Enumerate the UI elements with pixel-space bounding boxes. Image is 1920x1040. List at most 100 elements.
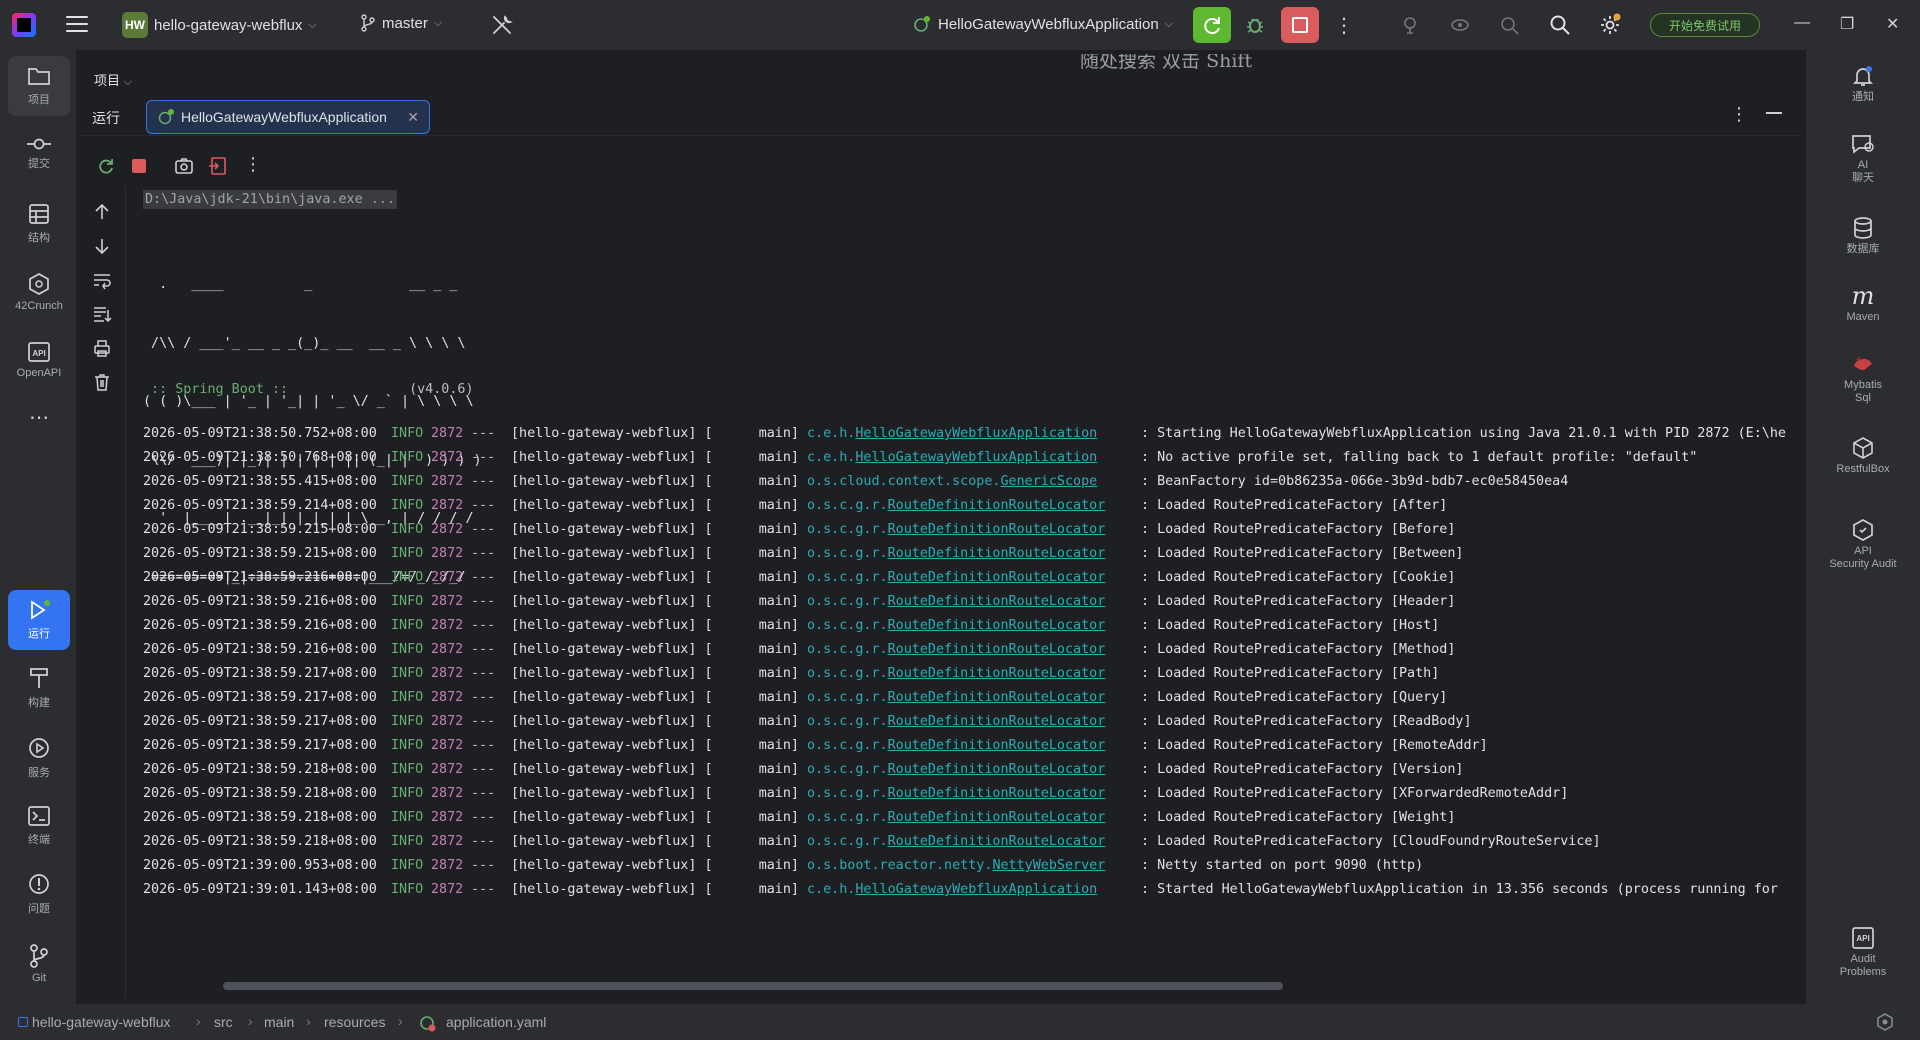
- log-logger: o.s.c.g.r.RouteDefinitionRouteLocator: [799, 566, 1141, 590]
- debug-button[interactable]: [1236, 7, 1274, 43]
- log-logger-class-link[interactable]: RouteDefinitionRouteLocator: [888, 810, 1106, 825]
- profiler-icon[interactable]: [1392, 7, 1430, 43]
- attach-debugger-icon[interactable]: [1491, 7, 1529, 43]
- log-logger-class-link[interactable]: RouteDefinitionRouteLocator: [888, 690, 1106, 705]
- restore-window-icon[interactable]: ❐: [1840, 14, 1854, 34]
- spring-boot-label: :: Spring Boot ::: [143, 382, 289, 397]
- scroll-up-icon[interactable]: [92, 202, 112, 222]
- log-app: [hello-gateway-webflux] [: [511, 810, 713, 825]
- tool-build[interactable]: 构建: [8, 658, 70, 718]
- tool-git[interactable]: Git: [8, 934, 70, 994]
- tool-commit[interactable]: 提交: [8, 124, 70, 184]
- stop-icon[interactable]: [132, 159, 146, 173]
- log-logger-class-link[interactable]: RouteDefinitionRouteLocator: [888, 714, 1106, 729]
- run-tab[interactable]: HelloGatewayWebfluxApplication ✕: [146, 100, 430, 134]
- log-logger-class-link[interactable]: RouteDefinitionRouteLocator: [888, 834, 1106, 849]
- log-logger-class-link[interactable]: NettyWebServer: [992, 858, 1105, 873]
- tool-api-security-audit[interactable]: API Security Audit: [1806, 518, 1920, 571]
- exit-icon[interactable]: [208, 156, 228, 176]
- stop-button[interactable]: [1281, 7, 1319, 43]
- tool-project[interactable]: 项目: [8, 56, 70, 116]
- close-window-icon[interactable]: ✕: [1886, 14, 1899, 34]
- tool-ai-chat[interactable]: AI 聊天: [1806, 132, 1920, 185]
- clear-all-icon[interactable]: [92, 372, 112, 392]
- log-level: INFO: [391, 882, 424, 897]
- breadcrumb-main[interactable]: main: [264, 1014, 294, 1030]
- log-app: [hello-gateway-webflux] [: [511, 498, 713, 513]
- rerun-icon[interactable]: [96, 156, 116, 176]
- run-config-selector[interactable]: HelloGatewayWebfluxApplication ⌵: [912, 14, 1173, 34]
- branch-selector[interactable]: master ⌵: [360, 14, 442, 32]
- tool-problems[interactable]: 问题: [8, 864, 70, 924]
- log-timestamp: 2026-05-09T21:38:59.217+08:00: [143, 714, 377, 729]
- tool-mybatis[interactable]: Mybatis Sql: [1806, 352, 1920, 405]
- start-trial-button[interactable]: 开始免费试用: [1650, 13, 1760, 37]
- tool-structure[interactable]: 结构: [8, 194, 70, 254]
- log-logger-class-link[interactable]: RouteDefinitionRouteLocator: [888, 570, 1106, 585]
- tool-terminal[interactable]: 终端: [8, 796, 70, 856]
- log-logger-class-link[interactable]: HelloGatewayWebfluxApplication: [855, 882, 1097, 897]
- breadcrumb-resources[interactable]: resources: [324, 1014, 385, 1030]
- breadcrumb-project[interactable]: hello-gateway-webflux: [32, 1014, 171, 1030]
- tool-maven[interactable]: m Maven: [1806, 284, 1920, 324]
- print-icon[interactable]: [92, 338, 112, 358]
- log-level: INFO: [391, 858, 424, 873]
- intellij-logo-icon[interactable]: [12, 13, 36, 37]
- log-logger-class-link[interactable]: RouteDefinitionRouteLocator: [888, 594, 1106, 609]
- close-tab-icon[interactable]: ✕: [407, 109, 419, 126]
- tool-run[interactable]: 运行: [8, 590, 70, 650]
- tool-42crunch[interactable]: 42Crunch: [8, 262, 70, 322]
- panel-options-icon[interactable]: ⋮: [1730, 104, 1748, 125]
- log-logger-class-link[interactable]: RouteDefinitionRouteLocator: [888, 642, 1106, 657]
- log-logger-class-link[interactable]: GenericScope: [1000, 474, 1097, 489]
- breadcrumb-file[interactable]: application.yaml: [446, 1014, 546, 1030]
- log-logger-class-link[interactable]: RouteDefinitionRouteLocator: [888, 666, 1106, 681]
- log-logger-class-link[interactable]: RouteDefinitionRouteLocator: [888, 498, 1106, 513]
- tool-audit-problems[interactable]: API Audit Problems: [1806, 926, 1920, 979]
- main-menu-icon[interactable]: [66, 14, 88, 34]
- java-command-line[interactable]: D:\Java\jdk-21\bin\java.exe ...: [143, 190, 397, 209]
- more-options-icon[interactable]: ⋮: [244, 154, 264, 174]
- log-logger-class-link[interactable]: HelloGatewayWebfluxApplication: [855, 450, 1097, 465]
- minimize-window-icon[interactable]: —: [1794, 14, 1810, 32]
- coverage-icon[interactable]: [1441, 7, 1479, 43]
- settings-gear-icon[interactable]: [1591, 7, 1629, 43]
- log-logger-prefix: o.s.c.g.r.: [807, 714, 888, 729]
- plugin-status-icon[interactable]: [1876, 1013, 1894, 1031]
- log-logger-class-link[interactable]: HelloGatewayWebfluxApplication: [855, 426, 1097, 441]
- tool-notifications[interactable]: 通知: [1806, 64, 1920, 104]
- horizontal-scrollbar[interactable]: [223, 982, 1283, 990]
- scroll-to-end-icon[interactable]: [92, 304, 112, 324]
- log-level: INFO: [391, 810, 424, 825]
- hide-panel-icon[interactable]: [1766, 102, 1782, 122]
- project-selector[interactable]: HW hello-gateway-webflux ⌵: [122, 12, 317, 38]
- log-logger-class-link[interactable]: RouteDefinitionRouteLocator: [888, 618, 1106, 633]
- log-line: 2026-05-09T21:38:59.217+08:00 INFO 2872 ---…: [143, 734, 1786, 758]
- scroll-down-icon[interactable]: [92, 236, 112, 256]
- audit-problems-icon: API: [1852, 927, 1874, 949]
- log-logger-class-link[interactable]: RouteDefinitionRouteLocator: [888, 546, 1106, 561]
- soft-wrap-icon[interactable]: [92, 270, 112, 290]
- more-tools-icon[interactable]: ⋯: [8, 402, 70, 432]
- rerun-button[interactable]: [1193, 7, 1231, 43]
- search-icon[interactable]: [1541, 7, 1579, 43]
- more-actions-icon[interactable]: ⋮: [1325, 7, 1363, 43]
- console-output[interactable]: D:\Java\jdk-21\bin\java.exe ... . ____ _…: [143, 186, 1802, 984]
- log-thread: main]: [758, 498, 799, 513]
- log-line: 2026-05-09T21:38:59.215+08:00 INFO 2872 ---…: [143, 518, 1786, 542]
- tools-icon[interactable]: [490, 13, 514, 37]
- log-logger-class-link[interactable]: RouteDefinitionRouteLocator: [888, 738, 1106, 753]
- tool-openapi[interactable]: API OpenAPI: [8, 330, 70, 390]
- log-logger-class-link[interactable]: RouteDefinitionRouteLocator: [888, 786, 1106, 801]
- tool-restfulbox[interactable]: RestfulBox: [1806, 436, 1920, 476]
- tool-database[interactable]: 数据库: [1806, 216, 1920, 256]
- svg-text:API: API: [1856, 934, 1869, 943]
- screenshot-icon[interactable]: [174, 156, 194, 176]
- log-level: INFO: [391, 426, 424, 441]
- log-logger-class-link[interactable]: RouteDefinitionRouteLocator: [888, 522, 1106, 537]
- tool-services[interactable]: 服务: [8, 728, 70, 788]
- search-everywhere-strip[interactable]: 随处搜索 双击 Shift: [578, 54, 1802, 86]
- project-tool-strip[interactable]: 项目 ⌵: [78, 54, 570, 88]
- breadcrumb-src[interactable]: src: [214, 1014, 233, 1030]
- log-logger-class-link[interactable]: RouteDefinitionRouteLocator: [888, 762, 1106, 777]
